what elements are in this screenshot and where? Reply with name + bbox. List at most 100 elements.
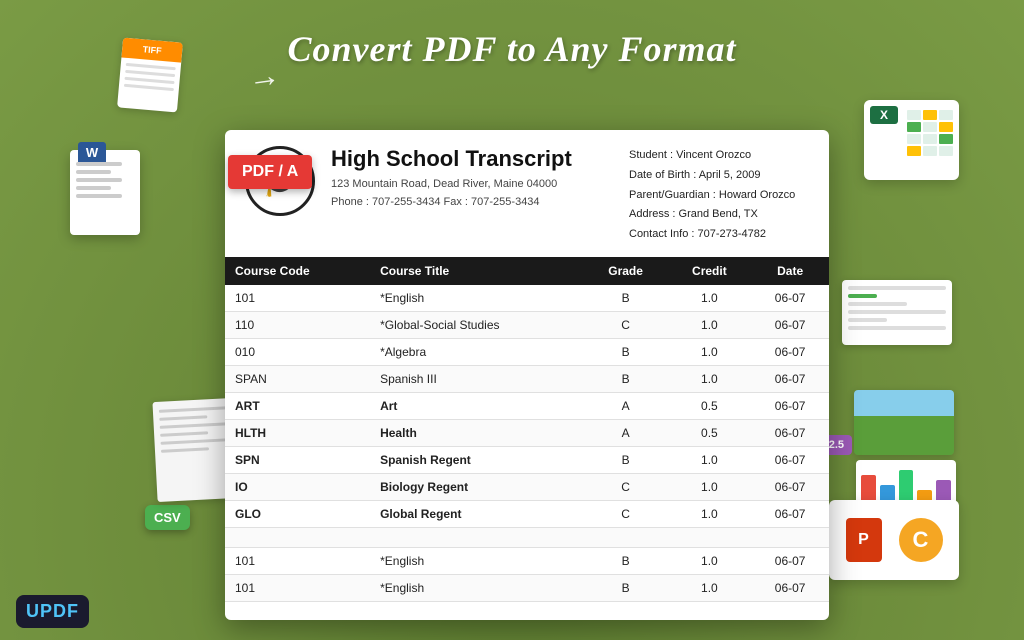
table-row: 110 *Global-Social Studies C 1.0 06-07 <box>225 311 829 338</box>
cell-grade: A <box>584 392 668 419</box>
cell-credit: 1.0 <box>668 311 752 338</box>
cell-date: 06-07 <box>751 419 829 446</box>
table-row: SPN Spanish Regent B 1.0 06-07 <box>225 446 829 473</box>
cell-title: Biology Regent <box>370 473 584 500</box>
tiff-line-4 <box>124 84 174 91</box>
cell-date: 06-07 <box>751 574 829 601</box>
cell-grade: B <box>584 365 668 392</box>
text-decoration <box>842 280 952 345</box>
doc-line-5 <box>76 194 122 198</box>
cell-title: Spanish III <box>370 365 584 392</box>
transcript-document: 🎓 High School Transcript 123 Mountain Ro… <box>225 130 829 620</box>
table-row: IO Biology Regent C 1.0 06-07 <box>225 473 829 500</box>
col-header-date: Date <box>751 257 829 285</box>
ppt-card-decoration: P C <box>829 500 959 580</box>
cell-grade: B <box>584 338 668 365</box>
updf-logo: UPDF <box>16 595 89 628</box>
cell-credit: 1.0 <box>668 365 752 392</box>
cell-credit: 1.0 <box>668 446 752 473</box>
cell-date: 06-07 <box>751 500 829 527</box>
cell-date: 06-07 <box>751 392 829 419</box>
cell-date: 06-07 <box>751 446 829 473</box>
cell-code: 110 <box>225 311 370 338</box>
school-address: 123 Mountain Road, Dead River, Maine 040… <box>331 176 629 211</box>
cell-code: SPAN <box>225 365 370 392</box>
table-row: 101 *English B 1.0 06-07 <box>225 547 829 574</box>
cell-title: *Global-Social Studies <box>370 311 584 338</box>
cell-code: 101 <box>225 574 370 601</box>
cell-credit: 0.5 <box>668 419 752 446</box>
cell-date: 06-07 <box>751 338 829 365</box>
table-row: ART Art A 0.5 06-07 <box>225 392 829 419</box>
excel-card-decoration: X <box>864 100 959 180</box>
table-row: 101 *English B 1.0 06-07 <box>225 574 829 601</box>
cell-code: SPN <box>225 446 370 473</box>
cell-code: ART <box>225 392 370 419</box>
col-header-credit: Credit <box>668 257 752 285</box>
ppt-icon: P <box>846 518 882 562</box>
tiff-line-1 <box>126 63 176 70</box>
cell-credit: 1.0 <box>668 547 752 574</box>
cell-code: IO <box>225 473 370 500</box>
excel-icon: X <box>870 106 898 124</box>
doc-line-3 <box>76 178 122 182</box>
cell-title: Spanish Regent <box>370 446 584 473</box>
col-header-title: Course Title <box>370 257 584 285</box>
cell-title: *English <box>370 285 584 312</box>
tiff-line-3 <box>124 77 174 84</box>
cell-credit: 1.0 <box>668 473 752 500</box>
table-header: Course Code Course Title Grade Credit Da… <box>225 257 829 285</box>
word-doc-decoration: W <box>70 150 140 235</box>
cell-credit: 1.0 <box>668 574 752 601</box>
cell-credit: 0.5 <box>668 392 752 419</box>
cell-grade: C <box>584 500 668 527</box>
cell-grade: B <box>584 446 668 473</box>
doc-line-4 <box>76 186 111 190</box>
cell-credit: 1.0 <box>668 285 752 312</box>
table-row: GLO Global Regent C 1.0 06-07 <box>225 500 829 527</box>
table-row <box>225 527 829 547</box>
cell-credit: 1.0 <box>668 500 752 527</box>
cell-date: 06-07 <box>751 365 829 392</box>
cell-code: 101 <box>225 285 370 312</box>
cell-grade: C <box>584 311 668 338</box>
cell-code: 010 <box>225 338 370 365</box>
cell-date: 06-07 <box>751 547 829 574</box>
tiff-line-2 <box>125 70 175 77</box>
cell-grade: A <box>584 419 668 446</box>
school-name: High School Transcript <box>331 146 629 172</box>
cell-credit: 1.0 <box>668 338 752 365</box>
cell-date: 06-07 <box>751 473 829 500</box>
school-info: High School Transcript 123 Mountain Road… <box>331 146 629 245</box>
student-info: Student : Vincent Orozco Date of Birth :… <box>629 146 809 245</box>
pdf-badge: PDF / A <box>228 155 312 189</box>
cell-title: Health <box>370 419 584 446</box>
cell-code: HLTH <box>225 419 370 446</box>
cell-title: *Algebra <box>370 338 584 365</box>
cell-title: *English <box>370 574 584 601</box>
excel-grid <box>907 110 953 156</box>
cell-title: Art <box>370 392 584 419</box>
tiff-decoration: TIFF <box>117 38 183 113</box>
cell-grade: C <box>584 473 668 500</box>
cell-grade: B <box>584 547 668 574</box>
cell-title: Global Regent <box>370 500 584 527</box>
cell-date: 06-07 <box>751 285 829 312</box>
table-row: 010 *Algebra B 1.0 06-07 <box>225 338 829 365</box>
transcript-table: Course Code Course Title Grade Credit Da… <box>225 257 829 602</box>
doc-line-2 <box>76 170 111 174</box>
page-title: Convert PDF to Any Format <box>287 28 736 70</box>
cell-date: 06-07 <box>751 311 829 338</box>
cell-code: GLO <box>225 500 370 527</box>
cell-title: *English <box>370 547 584 574</box>
col-header-grade: Grade <box>584 257 668 285</box>
landscape-decoration <box>854 390 954 455</box>
csv-badge: CSV <box>145 505 190 530</box>
doc-line-1 <box>76 162 122 166</box>
table-body: 101 *English B 1.0 06-07 110 *Global-Soc… <box>225 285 829 602</box>
c-icon: C <box>899 518 943 562</box>
arrow-decoration: → <box>246 56 283 97</box>
transcript-header: 🎓 High School Transcript 123 Mountain Ro… <box>225 130 829 257</box>
word-icon: W <box>78 142 106 162</box>
table-row: HLTH Health A 0.5 06-07 <box>225 419 829 446</box>
